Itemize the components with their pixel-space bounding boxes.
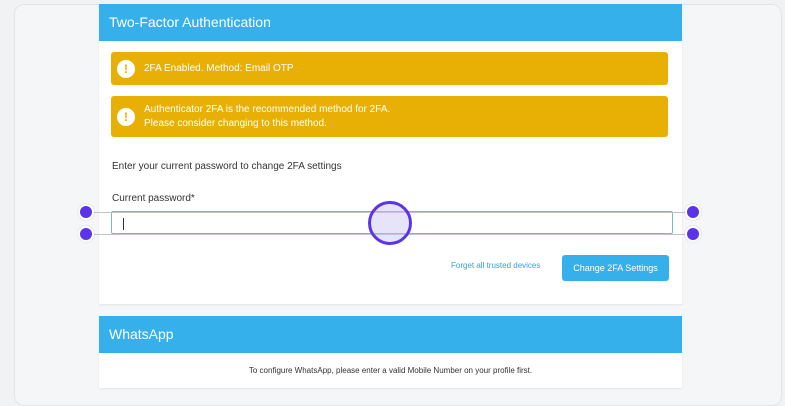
alert-line: Authenticator 2FA is the recommended met…	[144, 103, 391, 115]
exclamation-icon: !	[117, 107, 135, 126]
click-indicator	[368, 201, 412, 245]
exclamation-icon: !	[117, 59, 135, 78]
resize-handle-bottom-left[interactable]	[78, 226, 94, 242]
change-2fa-settings-button[interactable]: Change 2FA Settings	[562, 255, 669, 281]
alert-recommend-authenticator: ! Authenticator 2FA is the recommended m…	[111, 96, 668, 137]
text-caret	[123, 218, 124, 230]
whatsapp-card: WhatsApp To configure WhatsApp, please e…	[99, 316, 682, 388]
alert-line: Please consider changing to this method.	[144, 117, 327, 129]
alert-2fa-enabled: ! 2FA Enabled. Method: Email OTP	[111, 52, 668, 85]
current-password-label: Current password*	[112, 193, 195, 204]
alert-text: Authenticator 2FA is the recommended met…	[144, 103, 390, 131]
forget-trusted-devices-link[interactable]: Forget all trusted devices	[451, 261, 540, 270]
resize-handle-top-left[interactable]	[78, 204, 94, 220]
instructions-text: Enter your current password to change 2F…	[112, 161, 342, 172]
resize-handle-bottom-right[interactable]	[685, 226, 701, 242]
whatsapp-header: WhatsApp	[99, 316, 682, 353]
alert-line: 2FA Enabled. Method: Email OTP	[144, 62, 294, 74]
alert-text: 2FA Enabled. Method: Email OTP	[144, 62, 294, 76]
whatsapp-message: To configure WhatsApp, please enter a va…	[248, 366, 533, 375]
resize-handle-top-right[interactable]	[685, 204, 701, 220]
screenshot-frame: Two-Factor Authentication ! 2FA Enabled.…	[0, 0, 785, 406]
two-factor-card: Two-Factor Authentication ! 2FA Enabled.…	[99, 4, 682, 304]
two-factor-header: Two-Factor Authentication	[99, 4, 682, 41]
